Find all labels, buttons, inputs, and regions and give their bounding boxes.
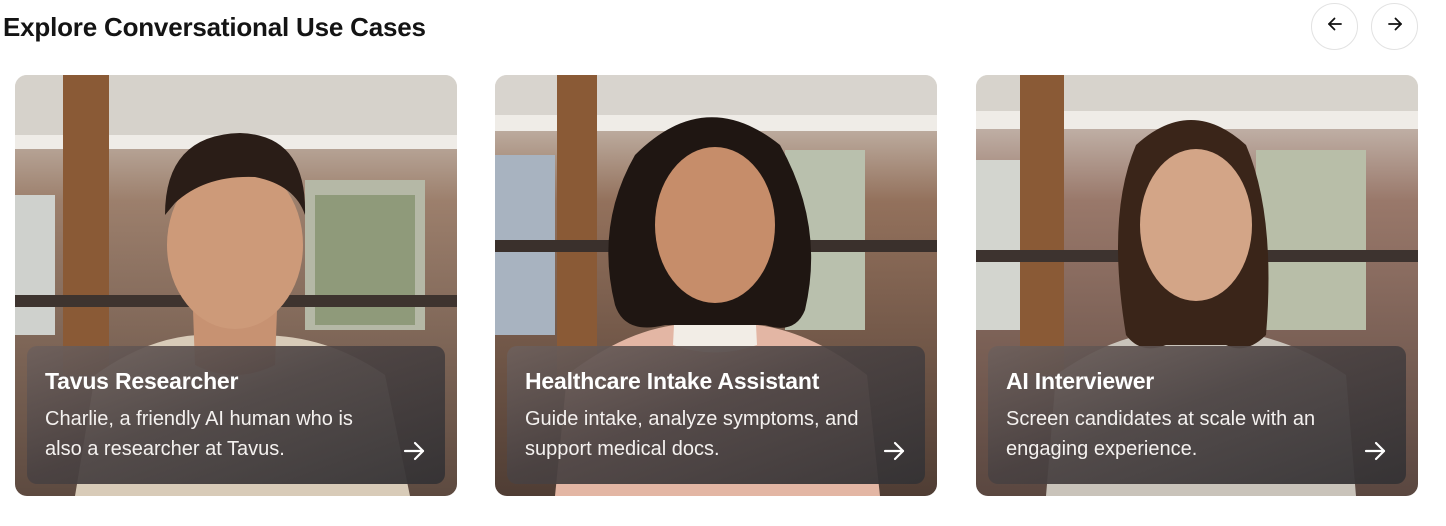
card-description: Charlie, a friendly AI human who is also… [45, 408, 353, 460]
arrow-left-icon [1325, 14, 1345, 39]
card-info-panel: Tavus Researcher Charlie, a friendly AI … [27, 346, 445, 484]
card-info-panel: AI Interviewer Screen candidates at scal… [988, 346, 1406, 484]
card-description: Guide intake, analyze symptoms, and supp… [525, 408, 859, 460]
carousel-prev-button[interactable] [1311, 3, 1358, 50]
card-info-panel: Healthcare Intake Assistant Guide intake… [507, 346, 925, 484]
use-case-card-healthcare-intake-assistant[interactable]: Healthcare Intake Assistant Guide intake… [495, 75, 937, 496]
arrow-right-icon[interactable] [401, 438, 427, 464]
use-cases-section: Explore Conversational Use Cases Tavus R… [0, 0, 1446, 526]
card-title: Tavus Researcher [45, 368, 239, 394]
use-case-card-ai-interviewer[interactable]: AI Interviewer Screen candidates at scal… [976, 75, 1418, 496]
card-title: Healthcare Intake Assistant [525, 368, 820, 394]
arrow-right-icon[interactable] [1362, 438, 1388, 464]
arrow-right-icon[interactable] [881, 438, 907, 464]
card-title: AI Interviewer [1006, 368, 1155, 394]
carousel-next-button[interactable] [1371, 3, 1418, 50]
arrow-right-icon [1385, 14, 1405, 39]
card-description: Screen candidates at scale with an engag… [1006, 408, 1316, 460]
use-case-card-tavus-researcher[interactable]: Tavus Researcher Charlie, a friendly AI … [15, 75, 457, 496]
section-title: Explore Conversational Use Cases [3, 12, 426, 42]
